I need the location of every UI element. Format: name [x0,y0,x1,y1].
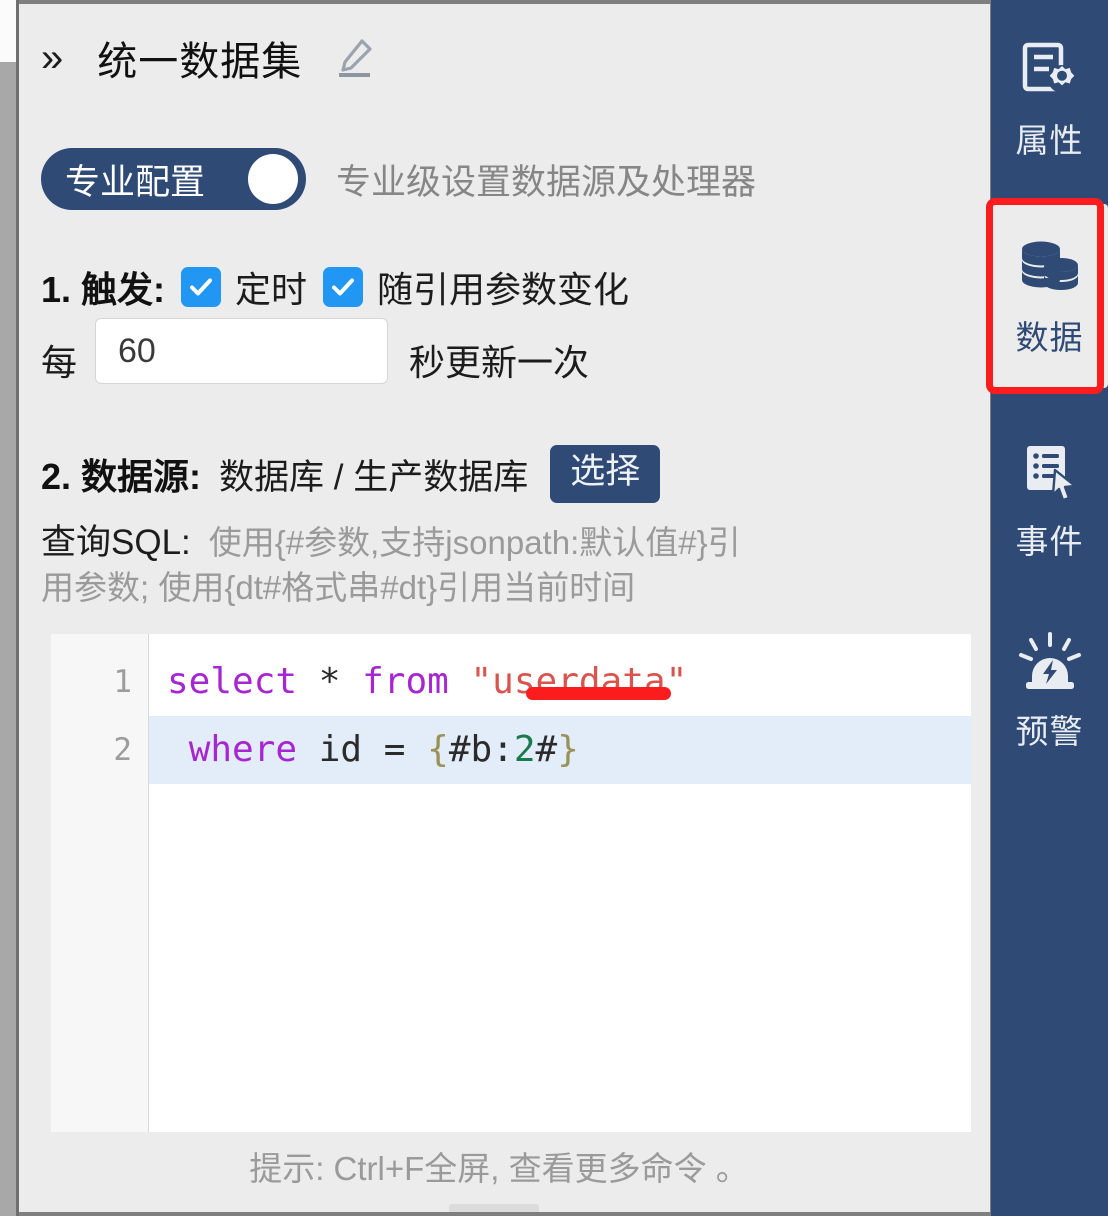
toggle-knob [248,154,298,204]
right-sidebar: 属性 数据 事件 预警 [991,0,1108,1216]
code-token: #b: [448,729,514,770]
sidebar-item-alerts[interactable]: 预警 [991,600,1108,780]
pro-config-toggle-label: 专业配置 [65,162,206,202]
checkbox-scheduled[interactable] [181,267,222,307]
trigger-heading: 1. 触发: [41,269,166,310]
checkbox-param-change-label: 随引用参数变化 [377,269,630,310]
checkbox-scheduled-label: 定时 [235,269,308,310]
select-datasource-button[interactable]: 选择 [550,444,661,504]
editor-code-line[interactable]: select * from "userdata" [149,648,971,716]
editor-line-number-gutter: 12 [51,634,149,1132]
datasource-heading-row: 2. 数据源: 数据库 / 生产数据库 选择 [41,440,971,508]
parameter-red-underline-annotation [526,687,671,700]
sql-code-editor[interactable]: 12 select * from "userdata" where id = {… [51,634,971,1132]
code-token: 2 [513,729,536,770]
pro-config-description: 专业级设置数据源及处理器 [336,162,757,202]
sidebar-item-properties[interactable]: 属性 [991,14,1108,184]
editor-line-number: 2 [113,732,132,768]
sidebar-item-events[interactable]: 事件 [991,410,1108,590]
sql-hint-line-1: 使用{#参数,支持jsonpath:默认值#}引 [208,524,741,561]
interval-row: 每 秒更新一次 [41,318,961,398]
code-token: = [383,729,406,770]
event-list-cursor-icon [1014,437,1086,509]
database-stack-icon [1014,233,1086,305]
page-title: 统一数据集 [97,40,303,84]
code-token: select [167,661,298,702]
pro-config-toggle[interactable]: 专业配置 [41,148,306,210]
pencil-edit-icon[interactable] [332,36,376,80]
trigger-heading-row: 1. 触发: 定时 随引用参数变化 [41,256,961,318]
interval-suffix-label: 秒更新一次 [409,342,590,383]
sidebar-item-properties-label: 属性 [1015,122,1084,159]
checkbox-param-change[interactable] [323,267,364,307]
sidebar-item-events-label: 事件 [1015,523,1084,560]
sidebar-item-alerts-label: 预警 [1015,713,1084,750]
sql-hint-block: 查询SQL: 使用{#参数,支持jsonpath:默认值#}引 用参数; 使用{… [41,514,971,609]
code-token: * [318,661,341,702]
left-rail-top-cap [0,0,16,62]
interval-prefix-label: 每 [41,342,78,383]
code-token: from [362,661,449,702]
app-root: » 统一数据集 专业配置 专业级设置数据源及处理器 1. 触发: 定时 随引用参… [0,0,1108,1216]
alarm-siren-icon [1014,627,1086,699]
properties-gear-document-icon [1014,36,1086,108]
editor-code-line[interactable]: where id = {#b:2#} [149,716,971,784]
trigger-section: 1. 触发: 定时 随引用参数变化 每 秒更新一次 [41,256,961,398]
datasource-section: 2. 数据源: 数据库 / 生产数据库 选择 查询SQL: 使用{#参数,支持j… [41,440,971,609]
datasource-heading: 2. 数据源: [41,456,202,497]
sql-label: 查询SQL: [41,523,191,562]
editor-code-area[interactable]: select * from "userdata" where id = {#b:… [149,634,971,1132]
sidebar-item-data[interactable]: 数据 [991,204,1108,388]
sidebar-item-data-label: 数据 [1015,319,1084,356]
editor-hint-text: 提示: Ctrl+F全屏, 查看更多命令 。 [249,1150,749,1187]
dataset-config-panel: » 统一数据集 专业配置 专业级设置数据源及处理器 1. 触发: 定时 随引用参… [19,4,990,1212]
sql-hint-line-2: 用参数; 使用{dt#格式串#dt}引用当前时间 [41,569,636,606]
datasource-path: 数据库 / 生产数据库 [219,457,529,497]
bottom-partial-element [449,1204,539,1212]
editor-line-number: 1 [113,664,132,700]
code-token: where [188,729,298,770]
code-token: # [535,729,558,770]
code-token: { [427,729,449,770]
code-token: id [297,729,384,770]
interval-seconds-input[interactable] [95,318,388,384]
double-chevron-right-icon[interactable]: » [41,38,63,78]
pro-config-toggle-row: 专业配置 专业级设置数据源及处理器 [19,146,756,212]
panel-header: » 统一数据集 [19,26,990,90]
left-rail [0,0,16,1216]
code-token: } [557,729,579,770]
